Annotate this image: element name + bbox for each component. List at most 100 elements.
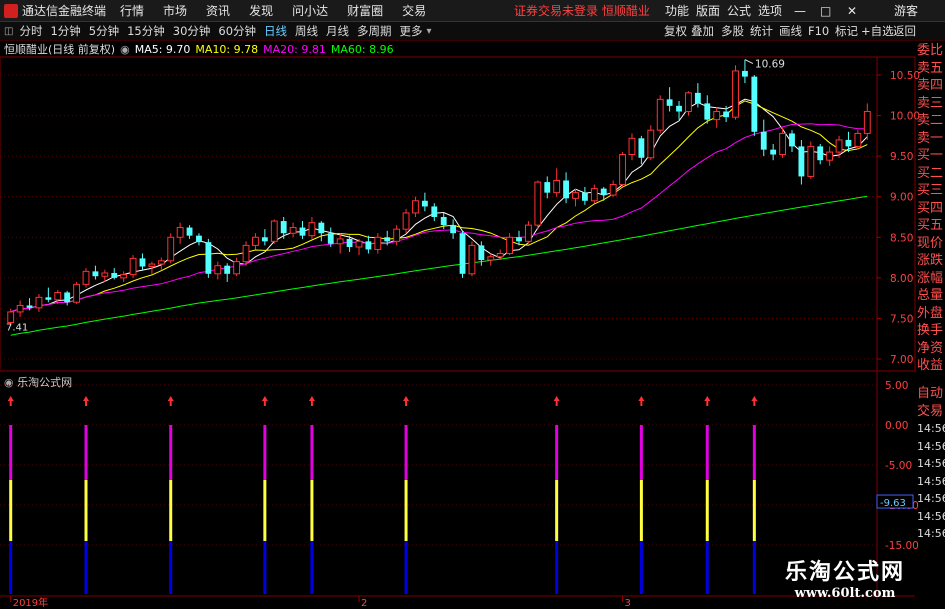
y-tick-label: 9.50 <box>890 151 913 163</box>
candle-body <box>393 228 401 242</box>
watermark-title: 乐淘公式网 <box>784 560 905 585</box>
indicator-y-label: -5.00 <box>885 460 912 472</box>
candle-body <box>496 253 504 258</box>
candle-body <box>751 76 758 132</box>
signal-bar-segment <box>639 425 643 480</box>
kline-chart[interactable]: 10.50 10.00 9.50 9.00 8.50 8.00 7.50 7.00 10.69 7… <box>0 0 945 609</box>
signal-arrow-icon <box>751 396 758 406</box>
signal-bar-segment <box>555 480 559 541</box>
candle-body <box>252 236 259 246</box>
candle-body <box>468 244 476 275</box>
candle-body <box>45 297 52 300</box>
candle-body <box>402 212 410 230</box>
low-label: 7.41 <box>6 323 28 334</box>
candle-body <box>723 111 730 118</box>
candle-body <box>120 274 128 279</box>
candle-body <box>92 271 99 277</box>
candle-body <box>186 227 193 236</box>
candle-body <box>242 244 250 263</box>
candle-body <box>318 222 325 234</box>
candle-body <box>196 235 202 243</box>
candle-body <box>826 151 834 161</box>
candle-body <box>7 311 15 323</box>
candle-body <box>384 237 391 242</box>
candle-body <box>355 240 363 248</box>
candle-body <box>563 180 569 199</box>
candle-body <box>553 179 561 194</box>
candle-body <box>742 70 748 77</box>
candle-body <box>54 291 62 301</box>
candle-body <box>676 105 682 112</box>
candle-body <box>863 111 871 134</box>
signal-bar-segment <box>752 480 756 541</box>
candle-body <box>609 184 617 196</box>
y-tick-label: 8.00 <box>890 273 913 285</box>
candle-body <box>431 206 438 217</box>
candle-body <box>148 263 156 267</box>
indicator-y-label: -15.00 <box>885 540 919 552</box>
candle-body <box>205 242 212 274</box>
candle-body <box>638 138 645 158</box>
candle-body <box>656 98 664 131</box>
y-tick-label: 10.50 <box>890 70 920 82</box>
candle-body <box>666 99 673 106</box>
candle-body <box>534 181 542 226</box>
signal-bar-segment <box>84 425 88 480</box>
candle-body <box>450 225 457 234</box>
candle-body <box>157 260 165 265</box>
signal-bar-segment <box>84 541 88 594</box>
candle-body <box>694 92 701 104</box>
signal-arrow-icon <box>261 396 268 406</box>
candle-body <box>346 238 353 248</box>
signal-bar-segment <box>752 541 756 594</box>
candle-body <box>487 256 495 261</box>
signal-bar-segment <box>263 480 267 541</box>
ma5-line <box>10 98 868 313</box>
candle-body <box>760 131 767 150</box>
x-tick-label: 2019年 <box>13 596 48 609</box>
indicator-y-label: 5.00 <box>885 380 908 392</box>
signal-bar-segment <box>9 541 13 594</box>
candle-body <box>506 236 514 255</box>
signal-bar-segment <box>310 480 314 541</box>
candle-body <box>421 200 428 207</box>
candle-body <box>835 139 843 153</box>
candle-body <box>600 188 607 196</box>
signal-arrow-icon <box>403 396 410 406</box>
candle-body <box>619 154 626 186</box>
candle-body <box>412 200 419 214</box>
candle-body <box>289 227 297 234</box>
candle-body <box>35 296 43 309</box>
signal-bar-segment <box>310 541 314 594</box>
y-tick-label: 8.50 <box>890 232 913 244</box>
signal-bar-segment <box>404 425 408 480</box>
x-tick-label: 2 <box>361 598 367 609</box>
candle-body <box>817 146 824 161</box>
candle-body <box>516 237 522 242</box>
signal-bar-segment <box>263 425 267 480</box>
ma60-line <box>10 195 868 336</box>
candle-body <box>167 236 175 262</box>
watermark-url: www.60lt.com <box>794 586 896 601</box>
candle-body <box>581 192 588 201</box>
signal-arrow-icon <box>167 396 174 406</box>
candle-body <box>214 265 222 275</box>
signal-bar-segment <box>9 480 13 541</box>
candle-body <box>478 245 485 261</box>
signal-bar-segment <box>752 425 756 480</box>
signal-bar-segment <box>555 541 559 594</box>
signal-bar-segment <box>169 541 173 594</box>
candle-body <box>176 227 184 238</box>
value-marker-text: -9.63 <box>880 498 906 509</box>
signal-bar-segment <box>705 480 709 541</box>
candle-body <box>647 129 655 159</box>
candle-body <box>64 292 71 303</box>
candle-body <box>261 237 268 242</box>
candle-body <box>440 217 447 226</box>
signal-arrow-icon <box>7 396 14 406</box>
candle-body <box>82 270 90 285</box>
ma10-line <box>10 100 868 313</box>
candle-body <box>129 257 137 276</box>
signal-arrow-icon <box>704 396 711 406</box>
signal-arrow-icon <box>83 396 90 406</box>
